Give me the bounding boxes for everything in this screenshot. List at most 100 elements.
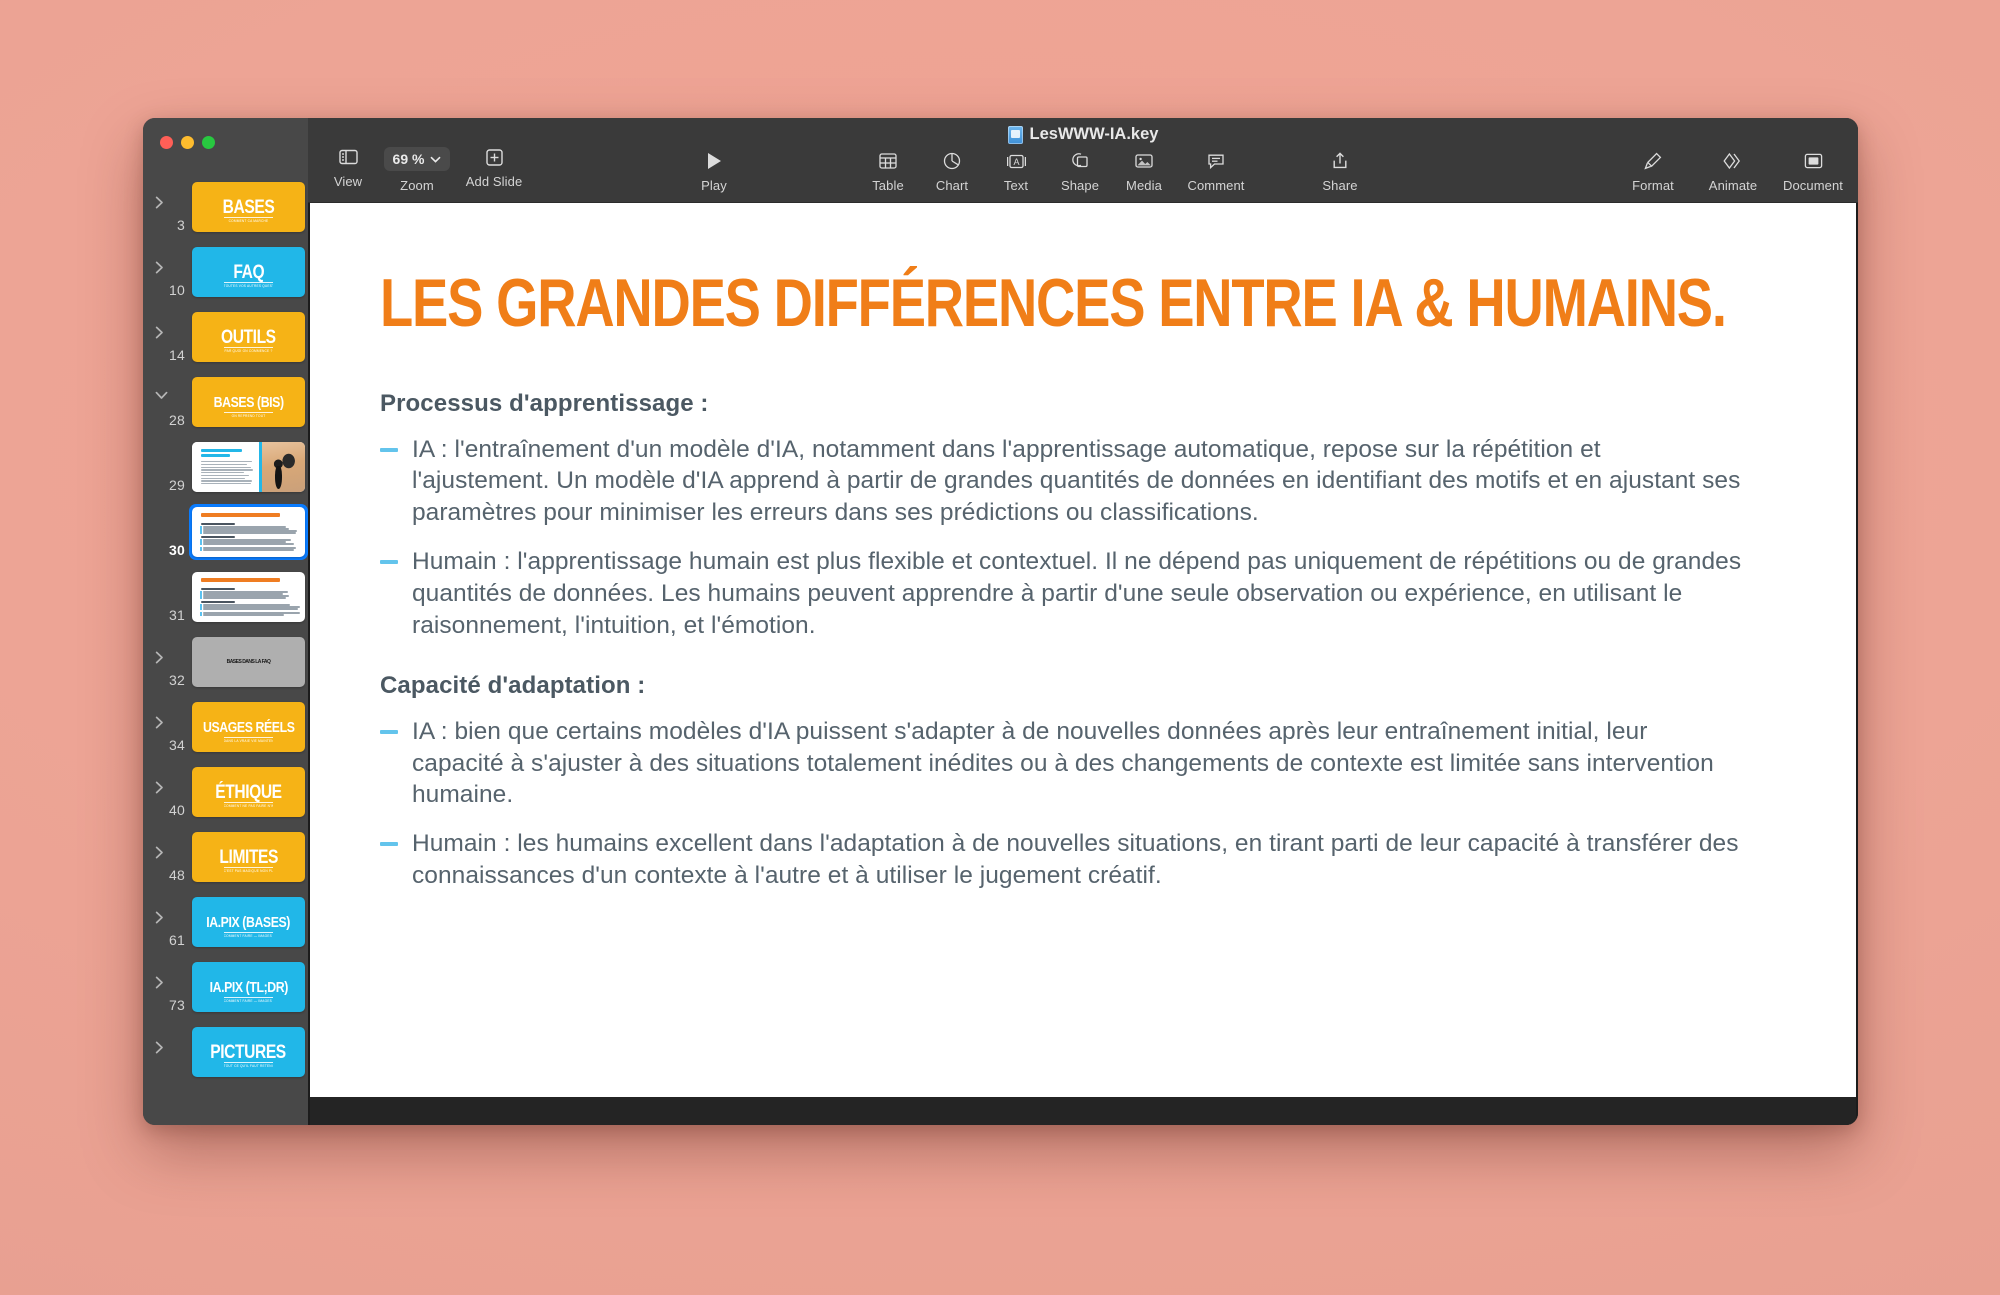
thumbnail-subtitle: COMMENT CA MARCHE [224, 217, 274, 224]
document-title: LesWWW-IA.key [1030, 125, 1159, 144]
chevron-right-icon[interactable] [155, 911, 167, 923]
thumbnail-subtitle: C'EST PAS MAGIQUE NON PLUS [224, 867, 274, 874]
chevron-right-icon[interactable] [155, 1041, 167, 1053]
slide-gutter [143, 1024, 189, 1080]
chevron-right-icon[interactable] [155, 976, 167, 988]
slide-thumbnail-row[interactable]: 48 LIMITES C'EST PAS MAGIQUE NON PLUS [143, 829, 308, 885]
chevron-right-icon[interactable] [155, 846, 167, 858]
close-window-button[interactable] [160, 136, 173, 149]
slide-number: 30 [169, 542, 185, 558]
shape-label: Shape [1061, 178, 1099, 193]
slide-thumbnail[interactable] [189, 439, 308, 495]
slide-gutter: 30 [143, 504, 189, 560]
slide-thumbnail-row[interactable]: 28 BASES (BIS) ON REPREND TOUT [143, 374, 308, 430]
thumbnail-preview: LIMITES C'EST PAS MAGIQUE NON PLUS [192, 832, 305, 882]
media-button[interactable]: Media [1112, 151, 1176, 193]
document-button[interactable]: Document [1773, 151, 1853, 193]
chevron-right-icon[interactable] [155, 716, 167, 728]
slide-gutter: 29 [143, 439, 189, 495]
chevron-right-icon[interactable] [155, 781, 167, 793]
slide-thumbnail[interactable]: OUTILS PAR QUOI ON COMMENCE ? [189, 309, 308, 365]
bullet-text: IA : l'entraînement d'un modèle d'IA, no… [412, 434, 1742, 530]
slide-thumbnail-row[interactable]: 32 BASES DANS LA FAQ [143, 634, 308, 690]
comment-button[interactable]: Comment [1176, 151, 1256, 193]
slide-thumbnail[interactable]: IA.PIX (TL;DR)COMMENT FAIRE — IMAGES GÉN… [189, 959, 308, 1015]
zoom-control[interactable]: 69 % Zoom [380, 147, 454, 193]
slide-thumbnail-row[interactable]: 31 [143, 569, 308, 625]
chevron-right-icon[interactable] [155, 196, 167, 208]
share-label: Share [1322, 178, 1357, 193]
slide-thumbnail[interactable]: ÉTHIQUECOMMENT NE PAS FAIRE N'IMPORTE QU… [189, 764, 308, 820]
table-label: Table [872, 178, 904, 193]
section-heading: Processus d'apprentissage : [380, 390, 1778, 418]
thumbnail-subtitle: DANS LA VRAIE VIE MAINTENANT [224, 737, 274, 744]
editor-pane: LesWWW-IA.key View 69 % Zoom Add Slide P… [308, 118, 1858, 1125]
slide-thumbnail[interactable]: BASES COMMENT CA MARCHE [189, 179, 308, 235]
slide-navigator-sidebar: 3 BASES COMMENT CA MARCHE 10 FAQ TOUTES VOS A… [143, 118, 308, 1125]
slide-thumbnail[interactable]: LIMITES C'EST PAS MAGIQUE NON PLUS [189, 829, 308, 885]
slide-thumbnail-row[interactable]: 3 BASES COMMENT CA MARCHE [143, 179, 308, 235]
slide-thumbnail-row[interactable]: 34 USAGES RÉELSDANS LA VRAIE VIE MAINTENA… [143, 699, 308, 755]
animate-button[interactable]: Animate [1693, 151, 1773, 193]
text-button[interactable]: A Text [984, 151, 1048, 193]
slide-thumbnail[interactable]: IA.PIX (BASES)COMMENT FAIRE — IMAGES GÉN… [189, 894, 308, 950]
svg-text:A: A [1013, 157, 1019, 167]
slide-thumbnail[interactable]: FAQTOUTES VOS AUTRES QUESTIONS [189, 244, 308, 300]
thumbnail-preview: OUTILS PAR QUOI ON COMMENCE ? [192, 312, 305, 362]
play-icon [706, 151, 722, 171]
slide-thumbnail[interactable] [189, 504, 308, 560]
slide-title[interactable]: LES GRANDES DIFFÉRENCES ENTRE IA & HUMAI… [380, 271, 1498, 336]
chevron-down-icon[interactable] [155, 391, 167, 403]
play-button[interactable]: Play [682, 151, 746, 193]
view-button[interactable]: View [316, 147, 380, 193]
slide-thumbnail-row[interactable]: 40 ÉTHIQUECOMMENT NE PAS FAIRE N'IMPORTE … [143, 764, 308, 820]
bullet-text: Humain : les humains excellent dans l'ad… [412, 828, 1742, 892]
chevron-right-icon[interactable] [155, 326, 167, 338]
share-button[interactable]: Share [1308, 151, 1372, 193]
maximize-window-button[interactable] [202, 136, 215, 149]
shape-button[interactable]: Shape [1048, 151, 1112, 193]
add-slide-button[interactable]: Add Slide [454, 147, 534, 193]
slide-thumbnail-row[interactable]: 61 IA.PIX (BASES)COMMENT FAIRE — IMAGES G… [143, 894, 308, 950]
thumbnail-subtitle: PAR QUOI ON COMMENCE ? [224, 347, 274, 354]
slide-thumbnail-list[interactable]: 3 BASES COMMENT CA MARCHE 10 FAQ TOUTES VOS A… [143, 166, 308, 1080]
thumbnail-subtitle: TOUT CE QU'IL FAUT RETENIR EN IMAGES [224, 1062, 274, 1069]
slide-gutter: 32 [143, 634, 189, 690]
slide-thumbnail-row[interactable]: 10 FAQTOUTES VOS AUTRES QUESTIONS [143, 244, 308, 300]
thumbnail-title: PICTURES [211, 1043, 287, 1062]
slide-thumbnail[interactable]: PICTURESTOUT CE QU'IL FAUT RETENIR EN IM… [189, 1024, 308, 1080]
chart-label: Chart [936, 178, 968, 193]
format-button[interactable]: Format [1613, 151, 1693, 193]
toolbar-left-group: View 69 % Zoom Add Slide [316, 147, 534, 193]
comment-icon [1207, 151, 1225, 171]
slide-thumbnail-row[interactable]: 73 IA.PIX (TL;DR)COMMENT FAIRE — IMAGES G… [143, 959, 308, 1015]
slide-thumbnail[interactable]: BASES (BIS) ON REPREND TOUT [189, 374, 308, 430]
chevron-right-icon[interactable] [155, 651, 167, 663]
slide-body[interactable]: Processus d'apprentissage : IA : l'entraî… [380, 390, 1778, 892]
slide-number: 14 [169, 347, 185, 363]
zoom-value-pill[interactable]: 69 % [384, 147, 451, 171]
minimize-window-button[interactable] [181, 136, 194, 149]
slide-thumbnail-row[interactable]: 29 [143, 439, 308, 495]
text-label: Text [1004, 178, 1028, 193]
chevron-right-icon[interactable] [155, 261, 167, 273]
slide-thumbnail-row[interactable]: 30 [143, 504, 308, 560]
slide-canvas[interactable]: LES GRANDES DIFFÉRENCES ENTRE IA & HUMAI… [310, 203, 1856, 1097]
comment-label: Comment [1187, 178, 1244, 193]
slide-thumbnail[interactable]: USAGES RÉELSDANS LA VRAIE VIE MAINTENANT [189, 699, 308, 755]
table-button[interactable]: Table [856, 151, 920, 193]
chart-pie-icon [943, 151, 961, 171]
media-label: Media [1126, 178, 1162, 193]
play-label: Play [701, 178, 727, 193]
slide-thumbnail-row[interactable]: 14 OUTILS PAR QUOI ON COMMENCE ? [143, 309, 308, 365]
plus-square-icon [486, 147, 503, 167]
slide-number: 73 [169, 997, 185, 1013]
thumbnail-preview: BASES DANS LA FAQ [192, 637, 305, 687]
section-heading: Capacité d'adaptation : [380, 672, 1778, 700]
slide-thumbnail[interactable] [189, 569, 308, 625]
slide-thumbnail[interactable]: BASES DANS LA FAQ [189, 634, 308, 690]
slide-thumbnail-row[interactable]: PICTURESTOUT CE QU'IL FAUT RETENIR EN IM… [143, 1024, 308, 1080]
animate-diamonds-icon [1723, 151, 1743, 171]
thumbnail-preview: ÉTHIQUECOMMENT NE PAS FAIRE N'IMPORTE QU… [192, 767, 305, 817]
chart-button[interactable]: Chart [920, 151, 984, 193]
